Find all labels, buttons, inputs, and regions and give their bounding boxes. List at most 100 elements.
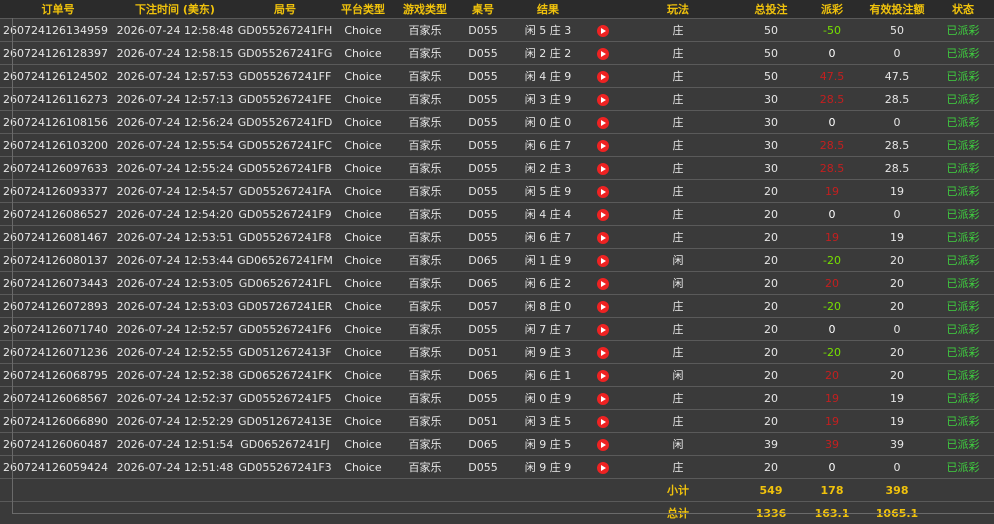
result-cell: 闲 4 庄 4 — [506, 203, 590, 226]
game-type-cell: 百家乐 — [390, 65, 460, 88]
order-id-cell: 260724126134959 — [0, 19, 116, 42]
play-video-icon[interactable] — [597, 255, 609, 267]
play-video-icon[interactable] — [597, 347, 609, 359]
bet-time-cell: 2026-07-24 12:52:38 — [116, 364, 234, 387]
play-video-icon[interactable] — [597, 186, 609, 198]
payout-cell: 19 — [802, 226, 862, 249]
result-cell: 闲 9 庄 5 — [506, 433, 590, 456]
subtotal-payout: 178 — [802, 479, 862, 502]
video-cell — [590, 364, 616, 387]
bet-time-cell: 2026-07-24 12:51:48 — [116, 456, 234, 479]
platform-cell: Choice — [336, 341, 390, 364]
result-cell: 闲 9 庄 3 — [506, 341, 590, 364]
total-bet-cell: 30 — [740, 88, 802, 111]
status-cell: 已派彩 — [932, 272, 994, 295]
game-type-cell: 百家乐 — [390, 157, 460, 180]
play-video-icon[interactable] — [597, 140, 609, 152]
table-no-cell: D051 — [460, 410, 506, 433]
play-cell: 闲 — [616, 249, 740, 272]
platform-cell: Choice — [336, 318, 390, 341]
payout-cell: -20 — [802, 341, 862, 364]
valid-bet-cell: 47.5 — [862, 65, 932, 88]
table-no-cell: D055 — [460, 157, 506, 180]
play-cell: 闲 — [616, 364, 740, 387]
order-id-cell: 260724126081467 — [0, 226, 116, 249]
result-cell: 闲 0 庄 0 — [506, 111, 590, 134]
round-id-cell: GD0512672413E — [234, 410, 336, 433]
valid-bet-cell: 28.5 — [862, 88, 932, 111]
video-cell — [590, 111, 616, 134]
play-video-icon[interactable] — [597, 71, 609, 83]
valid-bet-cell: 20 — [862, 249, 932, 272]
bet-time-cell: 2026-07-24 12:52:57 — [116, 318, 234, 341]
table-no-cell: D057 — [460, 295, 506, 318]
col-header-play: 玩法 — [616, 0, 740, 19]
order-id-cell: 260724126073443 — [0, 272, 116, 295]
col-header-platform: 平台类型 — [336, 0, 390, 19]
order-id-cell: 260724126086527 — [0, 203, 116, 226]
play-video-icon[interactable] — [597, 25, 609, 37]
table-row: 2607241260712362026-07-24 12:52:55GD0512… — [0, 341, 994, 364]
total-bet-cell: 20 — [740, 364, 802, 387]
play-video-icon[interactable] — [597, 416, 609, 428]
round-id-cell: GD055267241F3 — [234, 456, 336, 479]
round-id-cell: GD055267241F5 — [234, 387, 336, 410]
video-cell — [590, 203, 616, 226]
game-type-cell: 百家乐 — [390, 341, 460, 364]
round-id-cell: GD055267241FE — [234, 88, 336, 111]
bet-time-cell: 2026-07-24 12:56:24 — [116, 111, 234, 134]
round-id-cell: GD065267241FK — [234, 364, 336, 387]
game-type-cell: 百家乐 — [390, 42, 460, 65]
play-video-icon[interactable] — [597, 232, 609, 244]
table-row: 2607241260734432026-07-24 12:53:05GD0652… — [0, 272, 994, 295]
play-video-icon[interactable] — [597, 117, 609, 129]
game-type-cell: 百家乐 — [390, 410, 460, 433]
table-row: 2607241261283972026-07-24 12:58:15GD0552… — [0, 42, 994, 65]
valid-bet-cell: 0 — [862, 456, 932, 479]
play-video-icon[interactable] — [597, 163, 609, 175]
payout-cell: 19 — [802, 410, 862, 433]
bet-time-cell: 2026-07-24 12:52:29 — [116, 410, 234, 433]
table-no-cell: D065 — [460, 272, 506, 295]
play-video-icon[interactable] — [597, 462, 609, 474]
order-id-cell: 260724126066890 — [0, 410, 116, 433]
result-cell: 闲 0 庄 9 — [506, 387, 590, 410]
payout-cell: 0 — [802, 456, 862, 479]
play-video-icon[interactable] — [597, 301, 609, 313]
play-video-icon[interactable] — [597, 439, 609, 451]
order-id-cell: 260724126128397 — [0, 42, 116, 65]
play-video-icon[interactable] — [597, 393, 609, 405]
platform-cell: Choice — [336, 249, 390, 272]
result-cell: 闲 6 庄 1 — [506, 364, 590, 387]
play-cell: 庄 — [616, 226, 740, 249]
play-video-icon[interactable] — [597, 278, 609, 290]
play-video-icon[interactable] — [597, 370, 609, 382]
payout-cell: 0 — [802, 318, 862, 341]
play-cell: 庄 — [616, 19, 740, 42]
platform-cell: Choice — [336, 157, 390, 180]
video-cell — [590, 42, 616, 65]
result-cell: 闲 3 庄 9 — [506, 88, 590, 111]
status-cell: 已派彩 — [932, 111, 994, 134]
play-video-icon[interactable] — [597, 48, 609, 60]
result-cell: 闲 3 庄 5 — [506, 410, 590, 433]
play-video-icon[interactable] — [597, 324, 609, 336]
table-no-cell: D051 — [460, 341, 506, 364]
play-cell: 闲 — [616, 433, 740, 456]
play-video-icon[interactable] — [597, 94, 609, 106]
order-id-cell: 260724126068567 — [0, 387, 116, 410]
game-type-cell: 百家乐 — [390, 318, 460, 341]
table-no-cell: D055 — [460, 88, 506, 111]
play-video-icon[interactable] — [597, 209, 609, 221]
col-header-order-id: 订单号 — [0, 0, 116, 19]
video-cell — [590, 65, 616, 88]
result-cell: 闲 5 庄 3 — [506, 19, 590, 42]
status-cell: 已派彩 — [932, 387, 994, 410]
col-header-payout: 派彩 — [802, 0, 862, 19]
platform-cell: Choice — [336, 226, 390, 249]
platform-cell: Choice — [336, 134, 390, 157]
table-no-cell: D065 — [460, 364, 506, 387]
status-cell: 已派彩 — [932, 203, 994, 226]
valid-bet-cell: 28.5 — [862, 157, 932, 180]
valid-bet-cell: 0 — [862, 318, 932, 341]
